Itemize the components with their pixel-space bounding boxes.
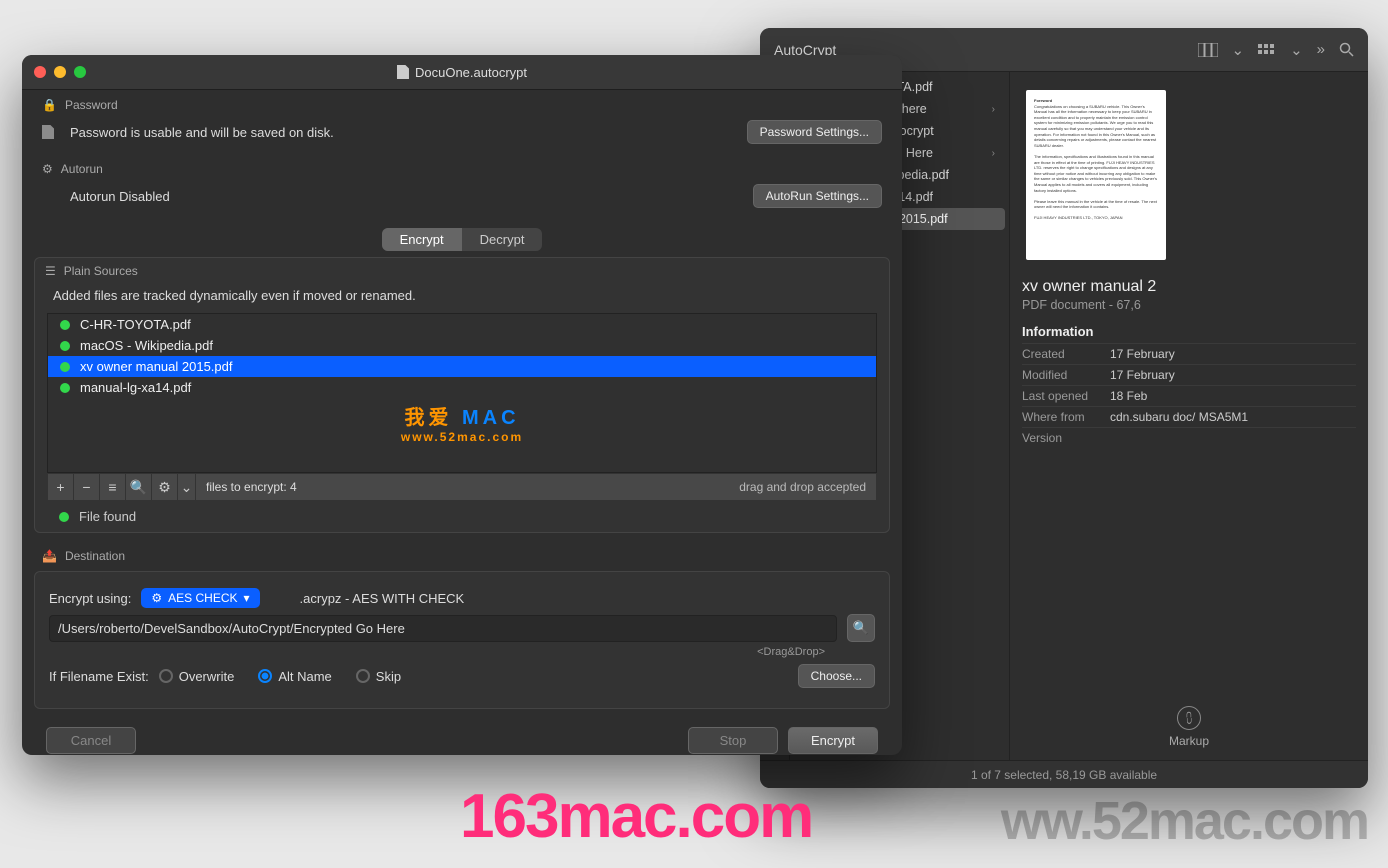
- preview-title: xv owner manual 2: [1022, 278, 1356, 296]
- info-key: Version: [1022, 431, 1110, 445]
- algorithm-select[interactable]: ⚙AES CHECK▾: [141, 588, 259, 608]
- chevron-down-icon[interactable]: ⌄: [1290, 41, 1303, 59]
- list-view-button[interactable]: ≡: [100, 473, 126, 501]
- markup-action[interactable]: ⩇ Markup: [1022, 706, 1356, 748]
- preview-thumbnail: ForewordCongratulations on choosing a SU…: [1026, 90, 1166, 260]
- close-button[interactable]: [34, 66, 46, 78]
- preview-info-row: Last opened18 Feb: [1022, 385, 1356, 406]
- footer-buttons: Cancel Stop Encrypt: [22, 709, 902, 755]
- search-icon[interactable]: [1339, 42, 1354, 57]
- info-key: Created: [1022, 347, 1110, 361]
- grid-icon[interactable]: [1258, 44, 1276, 56]
- file-row[interactable]: macOS - Wikipedia.pdf: [48, 335, 876, 356]
- autorun-message: Autorun Disabled: [70, 189, 753, 204]
- preview-info-header: Information: [1022, 324, 1356, 339]
- autocrypt-window: DocuOne.autocrypt 🔒 Password Password is…: [22, 55, 902, 755]
- finder-preview: ForewordCongratulations on choosing a SU…: [1010, 72, 1368, 760]
- tab-decrypt[interactable]: Decrypt: [462, 228, 543, 251]
- columns-icon[interactable]: [1198, 43, 1218, 57]
- info-value: cdn.subaru doc/ MSA5M1: [1110, 410, 1248, 424]
- document-icon: [42, 125, 54, 139]
- window-title: DocuOne.autocrypt: [86, 65, 838, 80]
- password-section-header: 🔒 Password: [22, 90, 902, 116]
- tracking-message: Added files are tracked dynamically even…: [35, 284, 889, 313]
- destination-path-input[interactable]: [49, 615, 837, 642]
- watermark-overlay: 我爱 MAC www.52mac.com: [401, 401, 523, 444]
- add-button[interactable]: +: [48, 473, 74, 501]
- destination-section-header: 📤 Destination: [22, 541, 902, 567]
- status-dot-icon: [60, 362, 70, 372]
- preview-subtitle: PDF document - 67,6: [1022, 298, 1356, 312]
- encrypt-using-label: Encrypt using:: [49, 591, 131, 606]
- sources-panel: ☰ Plain Sources Added files are tracked …: [34, 257, 890, 533]
- info-key: Modified: [1022, 368, 1110, 382]
- file-name: C-HR-TOYOTA.pdf: [80, 317, 191, 332]
- drag-drop-hint: <Drag&Drop>: [757, 646, 825, 658]
- settings-button[interactable]: ⚙: [152, 473, 178, 501]
- page-watermark-b: ww.52mac.com: [1001, 790, 1368, 852]
- mode-tabs: Encrypt Decrypt: [22, 228, 902, 251]
- autorun-settings-button[interactable]: AutoRun Settings...: [753, 184, 882, 208]
- preview-info-row: Created17 February: [1022, 343, 1356, 364]
- preview-info-row: Version: [1022, 427, 1356, 448]
- finder-status-bar: 1 of 7 selected, 58,19 GB available: [760, 760, 1368, 788]
- file-found-status: File found: [35, 501, 889, 532]
- file-name: xv owner manual 2015.pdf: [80, 359, 232, 374]
- search-button[interactable]: 🔍: [126, 473, 152, 501]
- plain-sources-label: Plain Sources: [64, 264, 138, 278]
- info-value: 18 Feb: [1110, 389, 1147, 403]
- browse-button[interactable]: 🔍: [847, 614, 875, 642]
- encrypt-button[interactable]: Encrypt: [788, 727, 878, 754]
- drag-hint: drag and drop accepted: [729, 480, 876, 494]
- page-watermark-a: 163mac.com: [460, 781, 812, 852]
- status-dot-icon: [59, 512, 69, 522]
- password-message: Password is usable and will be saved on …: [70, 125, 747, 140]
- preview-info-row: Where fromcdn.subaru doc/ MSA5M1: [1022, 406, 1356, 427]
- file-toolbar: + − ≡ 🔍 ⚙ ⌄ files to encrypt: 4 drag and…: [47, 473, 877, 501]
- radio-overwrite[interactable]: Overwrite: [159, 669, 235, 684]
- status-dot-icon: [60, 320, 70, 330]
- preview-info-row: Modified17 February: [1022, 364, 1356, 385]
- info-value: 17 February: [1110, 368, 1175, 382]
- stop-button[interactable]: Stop: [688, 727, 778, 754]
- remove-button[interactable]: −: [74, 473, 100, 501]
- list-icon: ☰: [45, 264, 56, 278]
- zoom-button[interactable]: [74, 66, 86, 78]
- info-key: Last opened: [1022, 389, 1110, 403]
- password-settings-button[interactable]: Password Settings...: [747, 120, 882, 144]
- file-row[interactable]: manual-lg-xa14.pdf: [48, 377, 876, 398]
- status-dot-icon: [60, 341, 70, 351]
- file-list[interactable]: 我爱 MAC www.52mac.com C-HR-TOYOTA.pdf macO…: [47, 313, 877, 473]
- folder-out-icon: 📤: [42, 549, 57, 563]
- chevron-right-icon: ›: [992, 104, 995, 115]
- file-row[interactable]: xv owner manual 2015.pdf: [48, 356, 876, 377]
- more-icon[interactable]: »: [1317, 41, 1325, 58]
- file-count: files to encrypt: 4: [196, 480, 307, 494]
- file-name: macOS - Wikipedia.pdf: [80, 338, 213, 353]
- autorun-section-header: ⚙ Autorun: [22, 154, 902, 180]
- minimize-button[interactable]: [54, 66, 66, 78]
- file-row[interactable]: C-HR-TOYOTA.pdf: [48, 314, 876, 335]
- lock-icon: 🔒: [42, 98, 57, 112]
- titlebar: DocuOne.autocrypt: [22, 55, 902, 90]
- tab-encrypt[interactable]: Encrypt: [382, 228, 462, 251]
- file-name: manual-lg-xa14.pdf: [80, 380, 191, 395]
- radio-skip[interactable]: Skip: [356, 669, 401, 684]
- chevron-right-icon: ›: [992, 148, 995, 159]
- dropdown-button[interactable]: ⌄: [178, 473, 196, 501]
- choose-button[interactable]: Choose...: [798, 664, 875, 688]
- info-value: 17 February: [1110, 347, 1175, 361]
- document-icon: [397, 65, 409, 79]
- info-key: Where from: [1022, 410, 1110, 424]
- chevron-down-icon[interactable]: ⌄: [1232, 41, 1245, 59]
- status-dot-icon: [60, 383, 70, 393]
- algorithm-desc: .acrypz - AES WITH CHECK: [300, 591, 465, 606]
- cancel-button[interactable]: Cancel: [46, 727, 136, 754]
- radio-altname[interactable]: Alt Name: [258, 669, 331, 684]
- markup-icon: ⩇: [1177, 706, 1201, 730]
- gear-icon: ⚙: [42, 162, 53, 176]
- destination-panel: Encrypt using: ⚙AES CHECK▾ .acrypz - AES…: [34, 571, 890, 709]
- if-exist-label: If Filename Exist:: [49, 669, 149, 684]
